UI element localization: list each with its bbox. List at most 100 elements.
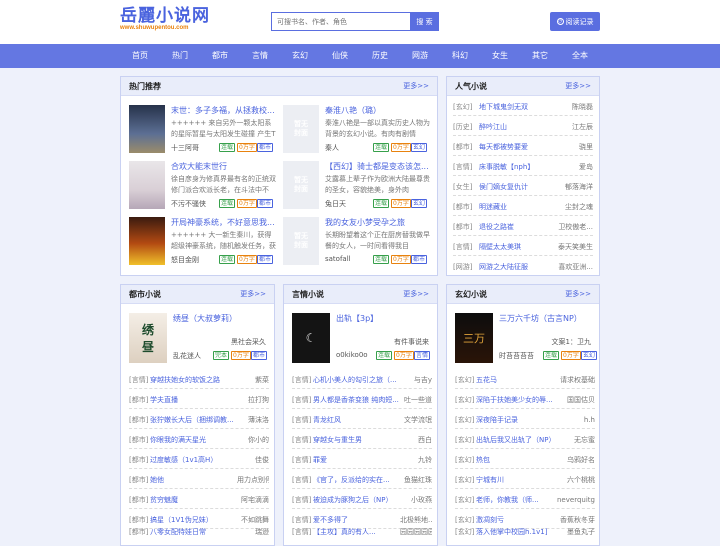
list-item[interactable]: [言情] 青龙红风 文学流氓: [292, 411, 432, 429]
list-item[interactable]: [历史] 醉吟江山 江左辰: [453, 118, 593, 136]
list-item[interactable]: [言情] 《官了，反派给的实在... 鱼猫红珠: [292, 471, 432, 489]
list-item[interactable]: [都市] 每天都被势要爱 骁里: [453, 138, 593, 156]
list-item[interactable]: [言情] 床事脱敏【nph】 爱岛: [453, 158, 593, 176]
list-title[interactable]: 八零女配特娃日常: [150, 523, 236, 541]
list-item[interactable]: [玄幻] 落入他掌中校园h.1v1] 墨鱼丸子: [455, 523, 595, 541]
list-item[interactable]: [网游] 网游之大陆征服 喜欢亚洲...: [453, 258, 593, 276]
list-title[interactable]: 青龙红风: [313, 411, 399, 429]
list-title[interactable]: 地下城鬼剑无双: [479, 98, 551, 116]
nav-hot[interactable]: 热门: [165, 44, 195, 68]
list-item[interactable]: [言情] 穿越女与重生男 西白: [292, 431, 432, 449]
list-item[interactable]: [玄幻] 宁城有川 六个桃桃: [455, 471, 595, 489]
nav-xianxia[interactable]: 仙侠: [325, 44, 355, 68]
book-cover[interactable]: 绣昼: [129, 313, 167, 363]
nav-home[interactable]: 首页: [125, 44, 155, 68]
more-link[interactable]: 更多>>: [565, 285, 591, 304]
book-title[interactable]: 三万六千坊（古言NP）: [499, 313, 595, 324]
list-title[interactable]: 侯门嫡女复仇计: [479, 178, 551, 196]
book-cover[interactable]: 三万: [455, 313, 493, 363]
list-item[interactable]: [都市] 她他 用力点别停: [129, 471, 269, 489]
book-cover[interactable]: [129, 217, 165, 265]
book-title[interactable]: 末世：多子多福，从拯救校...: [171, 105, 279, 116]
more-link[interactable]: 更多>>: [565, 77, 591, 96]
nav-romance[interactable]: 言情: [245, 44, 275, 68]
cover-placeholder[interactable]: 暂无 封面: [283, 217, 319, 265]
site-logo[interactable]: 岳麗小说网: [120, 6, 210, 26]
list-title[interactable]: 五花马: [476, 371, 556, 389]
list-title[interactable]: 你眼我的满天星光: [150, 431, 236, 449]
list-title[interactable]: 热包: [476, 451, 556, 469]
list-item[interactable]: [都市] 八零女配特娃日常 瑞逊: [129, 523, 269, 541]
list-title[interactable]: 学夫直播: [150, 391, 236, 409]
book-title[interactable]: 【西幻】骑士都是变态该怎...: [325, 161, 433, 172]
cover-placeholder[interactable]: 暂无 封面: [283, 161, 319, 209]
list-item[interactable]: [玄幻] 地下城鬼剑无双 陈晓磊: [453, 98, 593, 116]
search-input[interactable]: [271, 12, 411, 31]
list-title[interactable]: 【主攻】真的有人...: [313, 523, 399, 541]
list-item[interactable]: [都市] 贫穷魅魔 阿宅滴滴: [129, 491, 269, 509]
nav-fantasy[interactable]: 玄幻: [285, 44, 315, 68]
more-link[interactable]: 更多>>: [403, 77, 429, 96]
list-title[interactable]: 退役之路崔: [479, 218, 551, 236]
book-title[interactable]: 出轨【3p】: [336, 313, 432, 324]
more-link[interactable]: 更多>>: [240, 285, 266, 304]
list-item[interactable]: [言情] 隔壁太太美琪 泰天笑美生: [453, 238, 593, 256]
list-item[interactable]: [言情] 心机小美人的勾引之旅（... 与吉y: [292, 371, 432, 389]
list-title[interactable]: 穿越女与重生男: [313, 431, 399, 449]
nav-scifi[interactable]: 科幻: [445, 44, 475, 68]
list-title[interactable]: 罪爱: [313, 451, 399, 469]
list-item[interactable]: [都市] 过度敏感（1v1高H） 佳俊: [129, 451, 269, 469]
list-title[interactable]: 床事脱敏【nph】: [479, 158, 551, 176]
nav-complete[interactable]: 全本: [565, 44, 595, 68]
list-title[interactable]: 隔壁太太美琪: [479, 238, 551, 256]
list-item[interactable]: [玄幻] 深陷于扶她美少女的辱... 国国估贝: [455, 391, 595, 409]
list-item[interactable]: [都市] 明迷藏业 尘封之魂: [453, 198, 593, 216]
book-title[interactable]: 秦淮八艳（璐）: [325, 105, 433, 116]
list-item[interactable]: [玄幻] 深夜陪手记录 h.h: [455, 411, 595, 429]
book-cover[interactable]: [129, 161, 165, 209]
list-item[interactable]: [玄幻] 五花马 请求权基础: [455, 371, 595, 389]
nav-female[interactable]: 女生: [485, 44, 515, 68]
list-item[interactable]: [玄幻]老师，你教我（师...neverquitg...: [455, 491, 595, 509]
reading-history-button[interactable]: ◷ 阅读记录: [550, 12, 600, 31]
list-title[interactable]: 老师，你教我（师...: [476, 491, 556, 509]
list-title[interactable]: 贫穷魅魔: [150, 491, 236, 509]
list-item[interactable]: [都市] 学夫直播 拉打狗: [129, 391, 269, 409]
list-item[interactable]: [女生] 侯门嫡女复仇计 郁落海洋: [453, 178, 593, 196]
list-title[interactable]: 过度敏感（1v1高H）: [150, 451, 236, 469]
list-title[interactable]: 每天都被势要爱: [479, 138, 551, 156]
list-item[interactable]: [都市] 退役之路崔 卫校傲老...: [453, 218, 593, 236]
list-title[interactable]: 《官了，反派给的实在...: [313, 471, 399, 489]
list-title[interactable]: 深陷于扶她美少女的辱...: [476, 391, 556, 409]
book-title[interactable]: 我的女友小梦受孕之旅: [325, 217, 433, 228]
list-title[interactable]: 明迷藏业: [479, 198, 551, 216]
book-title[interactable]: 开局神豪系统，不好意思我...: [171, 217, 279, 228]
list-title[interactable]: 男人都是香茶变狼 纯肉短...: [313, 391, 399, 409]
list-title[interactable]: 落入他掌中校园h.1v1]: [476, 523, 556, 541]
list-title[interactable]: 醉吟江山: [479, 118, 551, 136]
list-item[interactable]: [言情] 【主攻】真的有人... 园园园园园: [292, 523, 432, 541]
book-cover[interactable]: [129, 105, 165, 153]
more-link[interactable]: 更多>>: [403, 285, 429, 304]
list-title[interactable]: 她他: [150, 471, 236, 489]
cover-placeholder[interactable]: 暂无 封面: [283, 105, 319, 153]
list-item[interactable]: [言情] 穿越扶她女的软饭之路 紫菜: [129, 371, 269, 389]
nav-urban[interactable]: 都市: [205, 44, 235, 68]
nav-other[interactable]: 其它: [525, 44, 555, 68]
search-button[interactable]: 搜 索: [410, 12, 439, 31]
book-cover[interactable]: ☾: [292, 313, 330, 363]
list-title[interactable]: 宁城有川: [476, 471, 556, 489]
nav-game[interactable]: 网游: [405, 44, 435, 68]
list-title[interactable]: 出轨后我又出轨了（NP）: [476, 431, 556, 449]
list-title[interactable]: 张狞嫩长大后（捆绑调教...: [150, 411, 236, 429]
list-item[interactable]: [玄幻] 出轨后我又出轨了（NP） 无忘蜜: [455, 431, 595, 449]
list-title[interactable]: 网游之大陆征服: [479, 258, 551, 276]
nav-history[interactable]: 历史: [365, 44, 395, 68]
list-item[interactable]: [言情] 男人都是香茶变狼 纯肉短... 吐一些道: [292, 391, 432, 409]
list-item[interactable]: [玄幻] 热包 乌鸦好名: [455, 451, 595, 469]
list-title[interactable]: 被迫成为豚狗之后（NP）: [313, 491, 399, 509]
list-item[interactable]: [言情] 罪爱 九铃: [292, 451, 432, 469]
book-title[interactable]: 合欢大能末世行: [171, 161, 279, 172]
list-title[interactable]: 深夜陪手记录: [476, 411, 556, 429]
list-title[interactable]: 心机小美人的勾引之旅（...: [313, 371, 399, 389]
